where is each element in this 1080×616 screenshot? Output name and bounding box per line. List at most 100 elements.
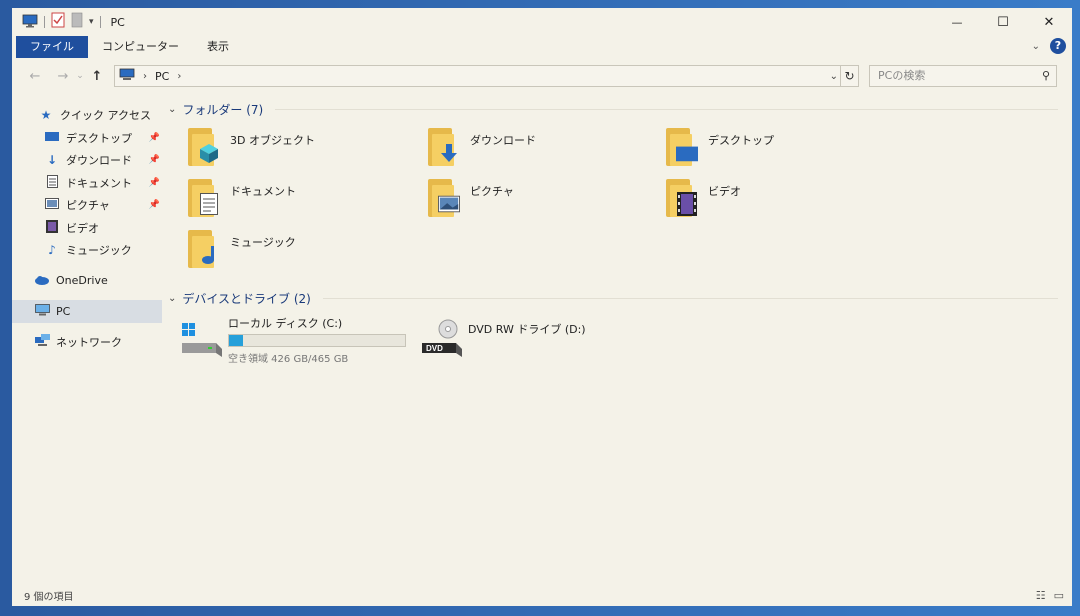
toolbar-separator — [99, 16, 101, 28]
address-bar[interactable]: › PC › ⌄ ↻ — [114, 65, 859, 87]
folder-pictures[interactable]: ピクチャ — [426, 177, 664, 228]
music-icon: ♪ — [48, 243, 56, 258]
status-bar: 9 個の項目 ☷ ▭ — [12, 584, 1072, 606]
back-button[interactable]: ← — [24, 69, 46, 84]
download-folder-icon — [426, 126, 462, 170]
tab-file[interactable]: ファイル — [16, 36, 88, 58]
drives-list: ローカル ディスク (C:) 空き領域 426 GB/465 GB DVD DV… — [180, 315, 1058, 365]
breadcrumb-chevron-icon[interactable]: › — [177, 71, 181, 82]
pin-icon[interactable]: 📌 — [149, 133, 160, 143]
explorer-window: ▾ PC — ☐ ✕ ファイル コンピューター 表示 ⌄ ? ← → ⌄ ↑ ›… — [12, 8, 1072, 606]
folder-label: 3D オブジェクト — [230, 134, 315, 147]
dvd-logo-text: DVD — [426, 344, 443, 353]
folder-documents[interactable]: ドキュメント — [186, 177, 426, 228]
search-icon[interactable]: ⚲ — [1042, 66, 1050, 86]
maximize-button[interactable]: ☐ — [980, 8, 1026, 36]
breadcrumb-chevron-icon[interactable]: › — [143, 71, 147, 82]
sidebar-item-label: ミュージック — [66, 244, 132, 258]
address-dropdown-icon[interactable]: ⌄ — [830, 71, 838, 82]
document-icon — [44, 174, 60, 191]
folder-desktop[interactable]: デスクトップ — [664, 126, 904, 177]
devices-group-header[interactable]: ⌄ デバイスとドライブ (2) — [168, 287, 1058, 309]
folder-3d-objects[interactable]: 3D オブジェクト — [186, 126, 426, 177]
cloud-icon — [34, 274, 50, 288]
folders-group-header[interactable]: ⌄ フォルダー (7) — [168, 98, 1058, 120]
computer-icon — [119, 68, 135, 84]
pin-icon[interactable]: 📌 — [149, 155, 160, 165]
documents-folder-icon — [186, 177, 222, 221]
sidebar-item-label: クイック アクセス — [60, 109, 151, 123]
disk-usage-bar — [228, 334, 406, 347]
desktop-folder-icon — [664, 126, 700, 170]
sidebar-item-label: ネットワーク — [56, 335, 122, 349]
sidebar-item-pictures[interactable]: ピクチャ 📌 — [12, 194, 162, 217]
sidebar-item-label: ダウンロード — [66, 154, 132, 168]
properties-icon[interactable] — [51, 12, 65, 32]
pictures-folder-icon — [426, 177, 462, 221]
sidebar-item-videos[interactable]: ビデオ — [12, 217, 162, 240]
forward-button[interactable]: → — [52, 69, 74, 84]
folder-downloads[interactable]: ダウンロード — [426, 126, 664, 177]
disk-usage-fill — [229, 335, 244, 346]
new-folder-icon[interactable] — [71, 12, 83, 32]
pin-icon[interactable]: 📌 — [149, 178, 160, 188]
navigation-pane: ★ クイック アクセス デスクトップ 📌 ↓ ダウンロード 📌 ドキュメント 📌… — [12, 104, 162, 584]
search-input[interactable]: PCの検索 ⚲ — [869, 65, 1057, 87]
window-title: PC — [110, 15, 125, 29]
group-header-label: デバイスとドライブ (2) — [182, 291, 311, 306]
sidebar-item-network[interactable]: ネットワーク — [12, 331, 162, 354]
refresh-button[interactable]: ↻ — [840, 66, 858, 86]
sidebar-item-documents[interactable]: ドキュメント 📌 — [12, 172, 162, 195]
picture-icon — [44, 198, 60, 212]
item-count: 9 個の項目 — [24, 591, 74, 603]
up-button[interactable]: ↑ — [86, 69, 108, 84]
sidebar-item-onedrive[interactable]: OneDrive — [12, 270, 162, 293]
help-icon[interactable]: ? — [1050, 38, 1066, 54]
computer-icon — [34, 303, 50, 319]
sidebar-item-label: OneDrive — [56, 274, 108, 288]
chevron-down-icon[interactable]: ⌄ — [168, 104, 176, 115]
sidebar-item-quick-access[interactable]: ★ クイック アクセス — [12, 104, 162, 127]
content-pane: ⌄ フォルダー (7) 3D オブジェクト ダウンロード デスクトップ ドキュメ… — [168, 98, 1058, 578]
desktop-icon — [44, 131, 60, 145]
folder-label: ピクチャ — [470, 185, 514, 198]
expand-ribbon-icon[interactable]: ⌄ — [1032, 41, 1040, 52]
folder-label: デスクトップ — [708, 134, 774, 147]
large-icons-view-icon[interactable]: ▭ — [1054, 589, 1064, 602]
folders-grid: 3D オブジェクト ダウンロード デスクトップ ドキュメント ピクチャ ビデオ … — [186, 126, 1058, 279]
minimize-button[interactable]: — — [934, 8, 980, 36]
breadcrumb-pc[interactable]: PC — [155, 70, 169, 83]
folder-videos[interactable]: ビデオ — [664, 177, 904, 228]
recent-locations-button[interactable]: ⌄ — [74, 71, 86, 81]
sidebar-item-music[interactable]: ♪ ミュージック — [12, 239, 162, 262]
sidebar-item-pc[interactable]: PC — [12, 300, 162, 323]
sidebar-item-desktop[interactable]: デスクトップ 📌 — [12, 127, 162, 150]
tab-computer[interactable]: コンピューター — [88, 36, 193, 58]
sidebar-item-label: デスクトップ — [66, 131, 132, 145]
video-icon — [44, 219, 60, 236]
hard-drive-icon — [180, 319, 224, 359]
folder-label: ビデオ — [708, 185, 741, 198]
download-icon: ↓ — [46, 153, 58, 168]
drive-c[interactable]: ローカル ディスク (C:) 空き領域 426 GB/465 GB — [180, 315, 406, 365]
drive-label: DVD RW ドライブ (D:) — [468, 323, 586, 336]
folder-label: ドキュメント — [230, 185, 296, 198]
details-view-icon[interactable]: ☷ — [1036, 589, 1046, 602]
customize-toolbar-icon[interactable]: ▾ — [89, 17, 94, 27]
quick-access-toolbar: ▾ PC — [22, 12, 125, 32]
pin-icon[interactable]: 📌 — [149, 200, 160, 210]
chevron-down-icon[interactable]: ⌄ — [168, 293, 176, 304]
folder-label: ダウンロード — [470, 134, 536, 147]
folder-music[interactable]: ミュージック — [186, 228, 426, 279]
close-button[interactable]: ✕ — [1026, 8, 1072, 36]
drive-d[interactable]: DVD DVD RW ドライブ (D:) — [420, 315, 586, 365]
sidebar-item-label: ドキュメント — [66, 176, 132, 190]
ribbon-tabs: ファイル コンピューター 表示 — [16, 36, 243, 58]
folder-label: ミュージック — [230, 236, 296, 249]
title-bar: ▾ PC — ☐ ✕ — [12, 8, 1072, 36]
tab-view[interactable]: 表示 — [193, 36, 243, 58]
music-folder-icon — [186, 228, 222, 272]
navigation-bar: ← → ⌄ ↑ › PC › ⌄ ↻ PCの検索 ⚲ — [12, 62, 1072, 90]
sidebar-item-label: ビデオ — [66, 221, 99, 235]
sidebar-item-downloads[interactable]: ↓ ダウンロード 📌 — [12, 149, 162, 172]
